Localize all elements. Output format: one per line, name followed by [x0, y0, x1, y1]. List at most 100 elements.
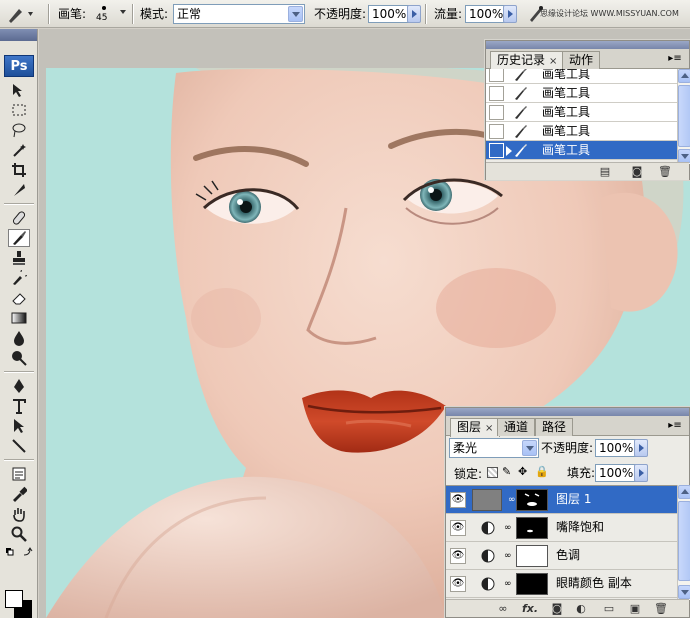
- type-tool-icon[interactable]: [8, 397, 30, 415]
- history-item[interactable]: 画笔工具: [486, 69, 678, 84]
- hand-tool-icon[interactable]: [8, 505, 30, 523]
- layer-row[interactable]: 👁 ∞ 眼睛颜色 副本: [446, 570, 678, 598]
- pen-tool-icon[interactable]: [8, 377, 30, 395]
- layer-opacity-slider-button[interactable]: [634, 439, 648, 457]
- history-item[interactable]: 画笔工具: [486, 103, 678, 122]
- tab-channels[interactable]: 通道: [497, 418, 536, 436]
- scroll-thumb[interactable]: [678, 85, 690, 147]
- move-tool-icon[interactable]: [8, 81, 30, 99]
- scroll-up-icon[interactable]: [678, 69, 690, 83]
- flow-slider-button[interactable]: [503, 5, 517, 23]
- history-item[interactable]: 画笔工具: [486, 84, 678, 103]
- adjustment-layer-icon[interactable]: [480, 576, 496, 592]
- blend-mode-select[interactable]: 柔光: [449, 438, 539, 458]
- crop-tool-icon[interactable]: [8, 161, 30, 179]
- tab-paths[interactable]: 路径: [535, 418, 574, 436]
- eraser-tool-icon[interactable]: [8, 289, 30, 307]
- layer-mask-thumbnail[interactable]: [516, 545, 548, 567]
- layers-panel-header[interactable]: [446, 408, 689, 416]
- fill-input[interactable]: 100%: [595, 464, 639, 482]
- magic-wand-tool-icon[interactable]: [8, 141, 30, 159]
- lock-all-icon[interactable]: 🔒: [535, 465, 549, 478]
- blur-tool-icon[interactable]: [8, 329, 30, 347]
- gradient-tool-icon[interactable]: [8, 309, 30, 327]
- new-document-from-state-icon[interactable]: ▤: [598, 165, 612, 179]
- layer-thumbnail[interactable]: [472, 489, 502, 511]
- trash-icon[interactable]: 🗑: [654, 602, 668, 616]
- layer-mask-thumbnail[interactable]: [516, 489, 548, 511]
- fill-slider-button[interactable]: [634, 464, 648, 482]
- add-mask-icon[interactable]: ◙: [550, 602, 564, 616]
- panel-menu-icon[interactable]: ▸≡: [667, 420, 683, 432]
- visibility-eye-icon[interactable]: 👁: [450, 520, 466, 536]
- brush-tool-preset-icon[interactable]: [6, 4, 36, 24]
- scroll-up-icon[interactable]: [678, 485, 690, 499]
- layer-row[interactable]: 👁 ∞ 色调: [446, 542, 678, 570]
- marquee-tool-icon[interactable]: [8, 101, 30, 119]
- healing-brush-tool-icon[interactable]: [8, 209, 30, 227]
- history-item[interactable]: 画笔工具: [486, 122, 678, 141]
- new-adjustment-layer-icon[interactable]: ◐: [574, 602, 588, 616]
- clone-stamp-tool-icon[interactable]: [8, 249, 30, 267]
- layer-name[interactable]: 眼睛颜色 副本: [556, 575, 632, 592]
- panel-menu-icon[interactable]: ▸≡: [667, 53, 683, 65]
- tab-actions[interactable]: 动作: [562, 51, 601, 69]
- opacity-slider-button[interactable]: [407, 5, 421, 23]
- slice-tool-icon[interactable]: [8, 181, 30, 199]
- layer-name[interactable]: 色调: [556, 547, 580, 564]
- tab-layers[interactable]: 图层 ×: [450, 418, 501, 437]
- scroll-thumb[interactable]: [678, 501, 690, 581]
- new-group-icon[interactable]: ▭: [602, 602, 616, 616]
- chain-link-icon[interactable]: ∞: [508, 492, 516, 508]
- layer-style-icon[interactable]: fx.: [522, 602, 538, 616]
- layer-row[interactable]: 👁 ∞ 嘴降饱和: [446, 514, 678, 542]
- layer-mask-thumbnail[interactable]: [516, 573, 548, 595]
- trash-icon[interactable]: 🗑: [658, 165, 672, 179]
- chain-link-icon[interactable]: ∞: [504, 548, 512, 564]
- history-brush-tool-icon[interactable]: [8, 269, 30, 287]
- history-scrollbar[interactable]: [677, 69, 690, 164]
- history-source-checkbox[interactable]: [489, 143, 504, 158]
- layers-scrollbar[interactable]: [677, 485, 690, 600]
- chain-link-icon[interactable]: ∞: [504, 576, 512, 592]
- scroll-down-icon[interactable]: [678, 585, 690, 599]
- lasso-tool-icon[interactable]: [8, 121, 30, 139]
- lock-pixels-icon[interactable]: ✎: [502, 465, 511, 478]
- foreground-color-swatch[interactable]: [5, 590, 23, 608]
- history-item-selected[interactable]: 画笔工具: [486, 141, 678, 160]
- eyedropper-tool-icon[interactable]: [8, 485, 30, 503]
- close-icon[interactable]: ×: [549, 56, 557, 67]
- dodge-tool-icon[interactable]: [8, 349, 30, 367]
- layer-name[interactable]: 嘴降饱和: [556, 519, 604, 536]
- new-snapshot-icon[interactable]: ◙: [630, 165, 644, 179]
- visibility-eye-icon[interactable]: 👁: [450, 576, 466, 592]
- scroll-down-icon[interactable]: [678, 149, 690, 163]
- visibility-eye-icon[interactable]: 👁: [450, 492, 466, 508]
- brush-tool-icon[interactable]: [8, 229, 30, 247]
- new-layer-icon[interactable]: ▣: [628, 602, 642, 616]
- history-state-slider-icon[interactable]: [506, 146, 512, 156]
- link-layers-icon[interactable]: ∞: [496, 602, 510, 616]
- history-source-checkbox[interactable]: [489, 86, 504, 101]
- lock-position-icon[interactable]: ✥: [518, 465, 527, 478]
- layer-mask-thumbnail[interactable]: [516, 517, 548, 539]
- adjustment-layer-icon[interactable]: [480, 520, 496, 536]
- mode-select[interactable]: 正常: [173, 4, 305, 24]
- history-panel-header[interactable]: [486, 41, 689, 49]
- brush-picker[interactable]: 45: [92, 4, 132, 26]
- history-source-checkbox[interactable]: [489, 69, 504, 82]
- lock-transparent-icon[interactable]: [487, 467, 498, 478]
- notes-tool-icon[interactable]: [8, 465, 30, 483]
- close-icon[interactable]: ×: [485, 423, 493, 434]
- swap-colors-icon[interactable]: [4, 546, 34, 558]
- adjustment-layer-icon[interactable]: [480, 548, 496, 564]
- layer-row-selected[interactable]: 👁 ∞ 图层 1: [446, 486, 678, 514]
- layer-name[interactable]: 图层 1: [556, 491, 591, 508]
- history-source-checkbox[interactable]: [489, 105, 504, 120]
- zoom-tool-icon[interactable]: [8, 525, 30, 543]
- path-selection-tool-icon[interactable]: [8, 417, 30, 435]
- chain-link-icon[interactable]: ∞: [504, 520, 512, 536]
- tab-history[interactable]: 历史记录 ×: [490, 51, 565, 70]
- line-tool-icon[interactable]: [8, 437, 30, 455]
- layer-opacity-input[interactable]: 100%: [595, 439, 639, 457]
